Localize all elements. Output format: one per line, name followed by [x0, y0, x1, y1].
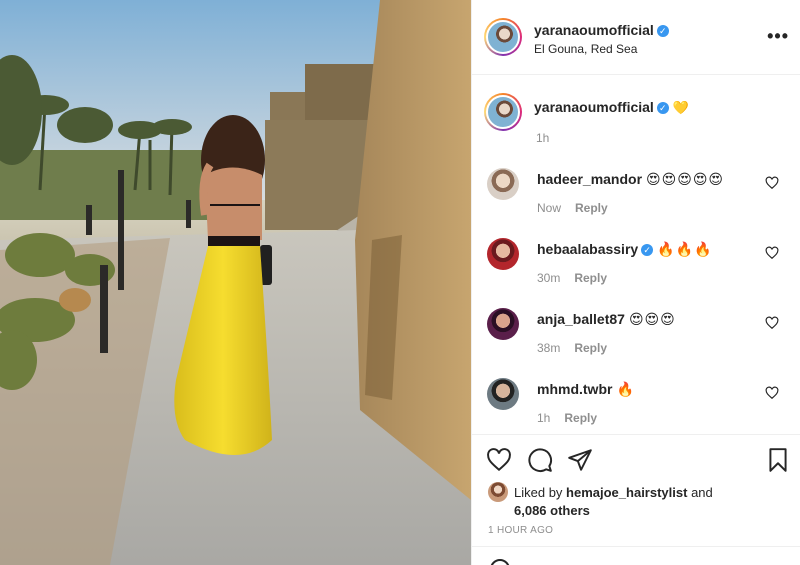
comment-item: hebaalabassiry ✓ 🔥🔥🔥 30m Reply [472, 238, 800, 308]
photo-scene [0, 0, 471, 565]
comment-time[interactable]: Now [537, 201, 561, 215]
comment-text: 🔥🔥🔥 [657, 241, 713, 257]
comment-meta: 30m Reply [537, 271, 607, 285]
commenter-username[interactable]: hebaalabassiry [537, 241, 638, 257]
comment-meta: 38m Reply [537, 341, 607, 355]
verified-badge-icon: ✓ [656, 102, 669, 114]
comment-time[interactable]: 30m [537, 271, 560, 285]
like-comment-heart-icon[interactable] [765, 176, 779, 190]
comment-item: anja_ballet87 😍😍😍 38m Reply [472, 308, 800, 378]
reply-button[interactable]: Reply [564, 411, 597, 425]
commenter-avatar[interactable] [487, 168, 519, 200]
comment-text-row: mhmd.twbr 🔥 [537, 381, 635, 398]
post-header: yaranaoumofficial ✓ El Gouna, Red Sea ••• [472, 0, 800, 75]
liker-avatar[interactable] [488, 482, 508, 502]
more-options-icon[interactable]: ••• [767, 26, 789, 47]
commenter-avatar[interactable] [487, 308, 519, 340]
commenter-username[interactable]: mhmd.twbr [537, 381, 612, 397]
comment-text-row: hebaalabassiry ✓ 🔥🔥🔥 [537, 241, 712, 258]
commenter-username[interactable]: anja_ballet87 [537, 311, 625, 327]
likes-others[interactable]: 6,086 others [514, 503, 590, 518]
caption-text: 💛 [672, 100, 690, 115]
comment-text: 🔥 [616, 381, 635, 397]
comment-time[interactable]: 38m [537, 341, 560, 355]
caption-username-row: yaranaoumofficial ✓ 💛 [534, 99, 689, 116]
comment-time[interactable]: 1h [537, 411, 550, 425]
caption-username[interactable]: yaranaoumofficial [534, 99, 654, 115]
comment-text-row: anja_ballet87 😍😍😍 [537, 311, 676, 328]
comment-meta: Now Reply [537, 201, 608, 215]
likes-and: and [691, 485, 713, 500]
caption-avatar[interactable] [484, 93, 522, 131]
caption-time[interactable]: 1h [536, 131, 549, 145]
comment-meta: 1h Reply [537, 411, 597, 425]
add-comment-bar [472, 546, 800, 565]
like-heart-icon[interactable] [486, 447, 512, 473]
comment-text: 😍😍😍😍😍 [646, 171, 725, 187]
like-comment-heart-icon[interactable] [765, 316, 779, 330]
commenter-avatar[interactable] [487, 378, 519, 410]
author-avatar[interactable] [484, 18, 522, 56]
reply-button[interactable]: Reply [575, 201, 608, 215]
post-sidebar: yaranaoumofficial ✓ El Gouna, Red Sea •••… [471, 0, 800, 565]
reply-button[interactable]: Reply [574, 271, 607, 285]
reply-button[interactable]: Reply [574, 341, 607, 355]
likes-prefix: Liked by [514, 485, 563, 500]
comment-bubble-icon[interactable] [527, 447, 553, 473]
author-username-row[interactable]: yaranaoumofficial ✓ [534, 22, 669, 38]
post-photo[interactable] [0, 0, 471, 565]
comment-text-row: hadeer_mandor 😍😍😍😍😍 [537, 171, 724, 188]
commenter-avatar[interactable] [487, 238, 519, 270]
commenter-username[interactable]: hadeer_mandor [537, 171, 642, 187]
like-comment-heart-icon[interactable] [765, 386, 779, 400]
likes-summary: Liked by hemajoe_hairstylist and 6,086 o… [488, 482, 713, 519]
comment-text: 😍😍😍 [628, 311, 676, 327]
liker-username[interactable]: hemajoe_hairstylist [566, 485, 687, 500]
verified-badge-icon: ✓ [641, 244, 654, 256]
author-username[interactable]: yaranaoumofficial [534, 22, 654, 38]
post-location[interactable]: El Gouna, Red Sea [534, 42, 637, 56]
emoji-picker-icon[interactable] [490, 559, 510, 565]
comment-item: hadeer_mandor 😍😍😍😍😍 Now Reply [472, 168, 800, 238]
share-paper-plane-icon[interactable] [567, 447, 593, 473]
verified-badge-icon: ✓ [656, 25, 669, 37]
save-bookmark-icon[interactable] [765, 447, 791, 473]
like-comment-heart-icon[interactable] [765, 246, 779, 260]
post-timestamp[interactable]: 1 HOUR AGO [488, 525, 553, 536]
